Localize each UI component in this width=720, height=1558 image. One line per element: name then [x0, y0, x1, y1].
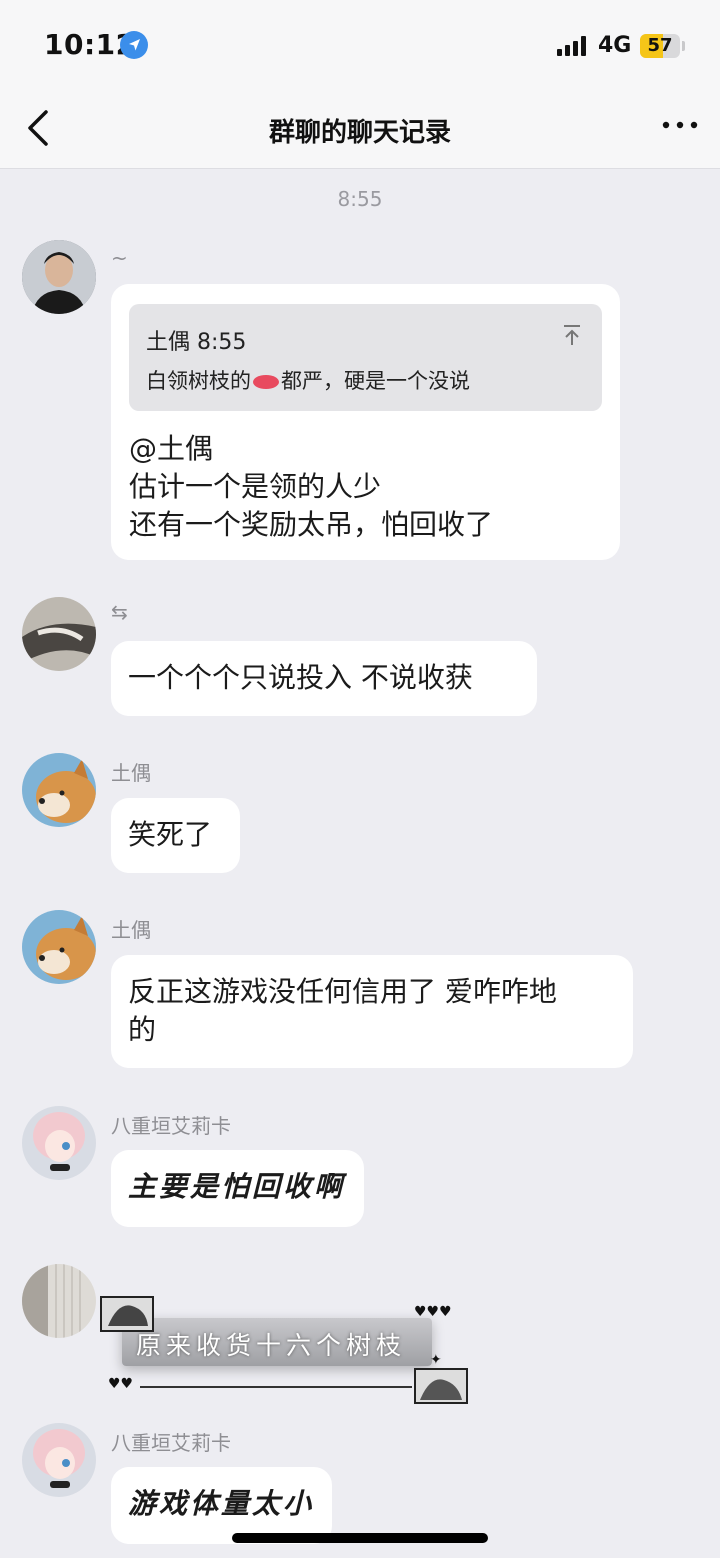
avatar[interactable] [22, 1423, 96, 1497]
decorated-message[interactable]: 原来收货十六个树枝 ♥♥♥ ♥♥ ✦ [100, 1290, 468, 1404]
avatar[interactable] [22, 597, 96, 671]
sender-name: ~ [111, 246, 128, 270]
hearts-icon: ♥♥♥ [414, 1304, 452, 1320]
location-arrow-icon [120, 31, 148, 59]
chat-timestamp: 8:55 [337, 187, 383, 211]
network-type: 4G [598, 33, 632, 58]
message-bubble[interactable]: 主要是怕回收啊 [111, 1150, 364, 1227]
hearts-icon: ♥♥ [108, 1376, 134, 1392]
message-bubble[interactable]: 反正这游戏没任何信用了 爱咋咋地 的 [111, 955, 633, 1068]
back-chevron-icon[interactable] [22, 108, 58, 148]
quote-text-start: 白领树枝的 [146, 369, 251, 393]
home-indicator[interactable] [232, 1533, 488, 1543]
battery-tip [682, 41, 685, 51]
message-text: 主要是怕回收啊 [128, 1170, 346, 1203]
quote-header: 土偶 8:55 [146, 330, 247, 355]
sender-name: ⇆ [111, 600, 128, 624]
quote-text-end: 都严，硬是一个没说 [281, 369, 470, 393]
sender-name: 八重垣艾莉卡 [111, 1114, 231, 1138]
message-bubble[interactable]: 笑死了 [111, 798, 240, 873]
sender-name: 土偶 [111, 761, 151, 785]
quote-body: 白领树枝的 都严，硬是一个没说 [146, 365, 470, 395]
lips-emoji-icon [253, 375, 279, 389]
avatar[interactable] [22, 1264, 96, 1338]
message-bubble[interactable]: 一个个个只说投入 不说收获 [111, 641, 537, 716]
message-text: 原来收货十六个树枝 [136, 1331, 407, 1360]
battery-icon: 57 [640, 34, 680, 58]
message-text: 游戏体量太小 [128, 1487, 315, 1520]
anime-sticker-icon [414, 1368, 468, 1404]
jump-to-top-icon[interactable] [562, 324, 582, 346]
cellular-signal-icon [557, 36, 586, 56]
avatar[interactable] [22, 240, 96, 314]
page-title: 群聊的聊天记录 [268, 118, 451, 148]
sender-name: 八重垣艾莉卡 [111, 1431, 231, 1455]
message-text: 一个个个只说投入 不说收获 [128, 661, 473, 694]
battery-level: 57 [647, 35, 673, 56]
message-text: 笑死了 [128, 818, 213, 851]
sparkle-icon: ✦ [430, 1352, 442, 1368]
divider [140, 1386, 412, 1388]
more-options-icon[interactable] [660, 115, 700, 135]
sender-name: 土偶 [111, 918, 151, 942]
message-text: @土偶 估计一个是领的人少 还有一个奖励太吊，怕回收了 [129, 432, 494, 541]
status-bar: 10:12 4G 57 [0, 0, 720, 90]
avatar[interactable] [22, 753, 96, 827]
avatar[interactable] [22, 1106, 96, 1180]
anime-sticker-icon [100, 1296, 154, 1332]
nav-bar: 群聊的聊天记录 [0, 90, 720, 169]
quoted-message[interactable]: 土偶 8:55 白领树枝的 都严，硬是一个没说 [129, 304, 602, 411]
message-text: 反正这游戏没任何信用了 爱咋咋地 的 [128, 975, 557, 1046]
avatar[interactable] [22, 910, 96, 984]
